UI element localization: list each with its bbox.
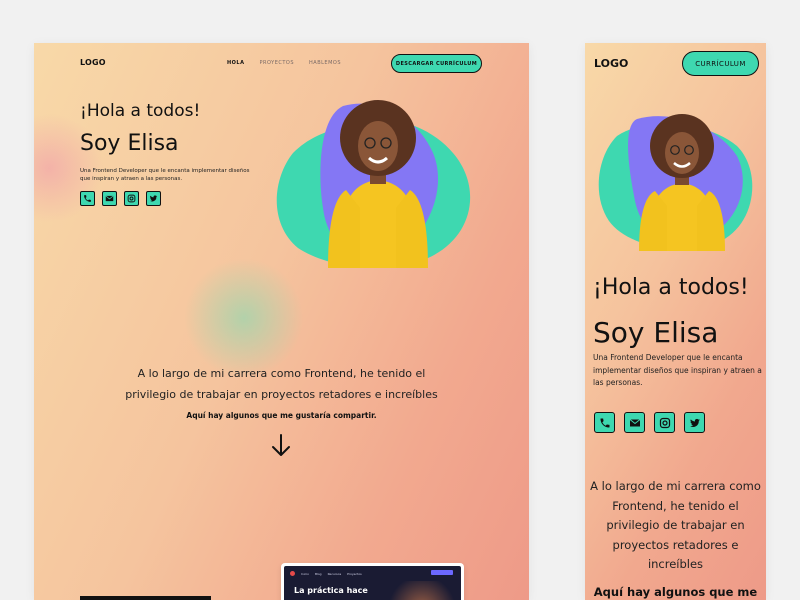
page-title: Soy Elisa [593, 316, 719, 349]
share-text: Aquí hay algunos que me gustaría compart… [186, 411, 377, 420]
mail-icon[interactable] [102, 191, 117, 206]
twitter-icon[interactable] [684, 412, 705, 433]
career-text: A lo largo de mi carrera como Frontend, … [125, 367, 438, 401]
intro-description: Una Frontend Developer que le encanta im… [80, 168, 250, 182]
intro-description: Una Frontend Developer que le encanta im… [593, 353, 762, 387]
nav-item-hola[interactable]: HOLA [227, 60, 245, 66]
mobile-mockup: LOGO CURRÍCULUM ¡Hola a todos! Soy Elisa… [585, 43, 766, 600]
project-preview: Inicio Blog Recursos Proyectos La prácti… [284, 566, 461, 600]
preview-logo-icon [290, 571, 295, 576]
hero-portrait [598, 114, 753, 251]
main-nav: HOLA PROYECTOS HABLEMOS [227, 60, 341, 66]
project-card[interactable]: Inicio Blog Recursos Proyectos La prácti… [281, 563, 464, 600]
preview-nav-item: Blog [314, 571, 322, 576]
greeting: ¡Hola a todos! [80, 101, 201, 121]
twitter-icon[interactable] [146, 191, 161, 206]
preview-nav-item: Inicio [301, 571, 309, 576]
share-text: Aquí hay algunos que me [593, 585, 758, 599]
project-card-title: La práctica hace [294, 586, 368, 595]
mail-icon[interactable] [624, 412, 645, 433]
cv-button[interactable]: CURRÍCULUM [682, 51, 759, 76]
social-links [594, 412, 705, 433]
greeting: ¡Hola a todos! [593, 275, 749, 300]
decorative-glow [374, 581, 454, 600]
page-title: Soy Elisa [80, 131, 179, 156]
career-text: A lo largo de mi carrera como Frontend, … [590, 479, 761, 571]
desktop-mockup: LOGO HOLA PROYECTOS HABLEMOS DESCARGAR C… [34, 43, 529, 600]
preview-button [431, 570, 453, 575]
preview-nav: Inicio Blog Recursos Proyectos [290, 571, 362, 576]
logo[interactable]: LOGO [80, 58, 106, 67]
instagram-icon[interactable] [654, 412, 675, 433]
decorative-blob [184, 258, 304, 378]
logo[interactable]: LOGO [594, 57, 628, 70]
project-thumbnail[interactable] [80, 596, 211, 600]
nav-item-proyectos[interactable]: PROYECTOS [260, 60, 295, 66]
preview-nav-item: Proyectos [347, 571, 362, 576]
preview-nav-item: Recursos [327, 571, 342, 576]
instagram-icon[interactable] [124, 191, 139, 206]
phone-icon[interactable] [594, 412, 615, 433]
phone-icon[interactable] [80, 191, 95, 206]
nav-item-hablemos[interactable]: HABLEMOS [309, 60, 341, 66]
download-cv-button[interactable]: DESCARGAR CURRÍCULUM [391, 54, 482, 73]
hero-portrait [276, 100, 471, 268]
social-links [80, 191, 161, 206]
arrow-down-icon[interactable] [270, 433, 292, 459]
